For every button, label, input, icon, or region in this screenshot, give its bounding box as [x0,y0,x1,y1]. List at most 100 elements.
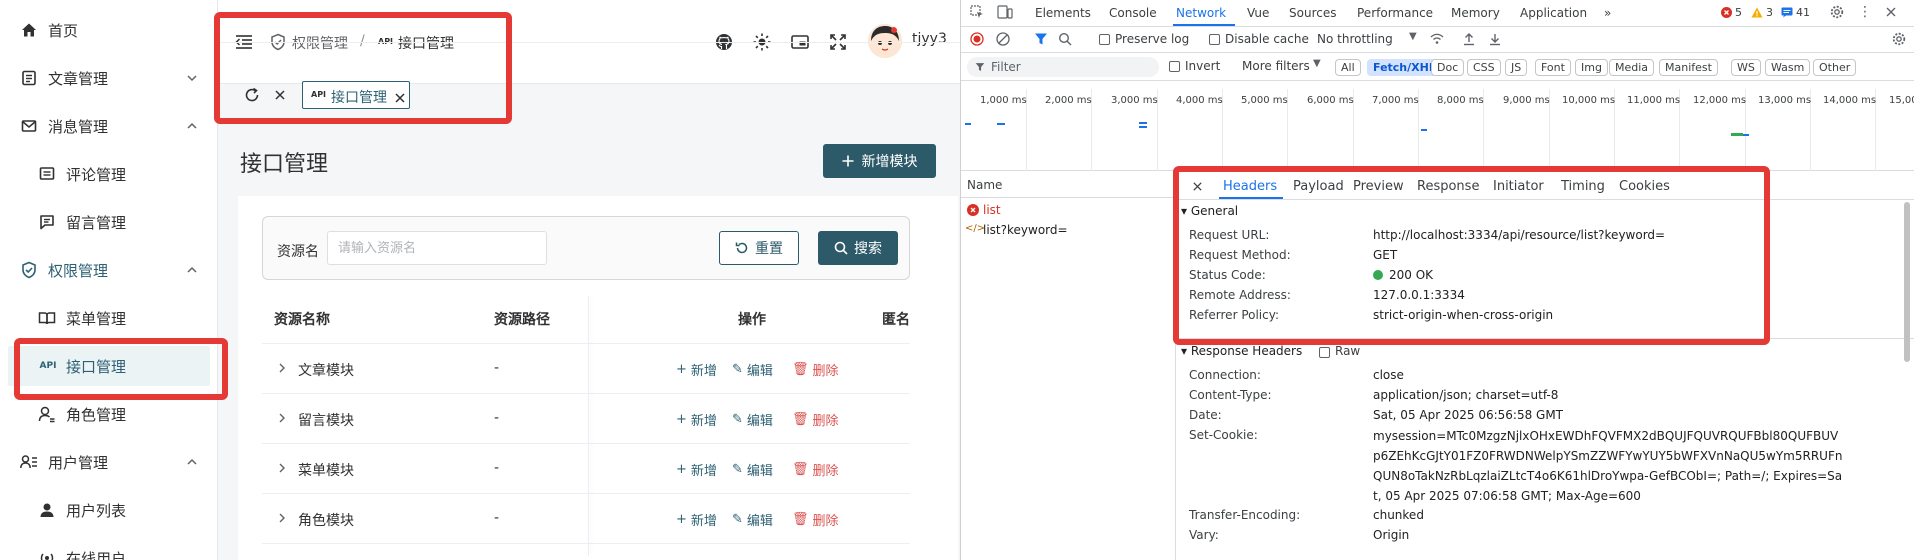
row-add-button[interactable]: + 新增 [676,510,717,529]
name-column-header[interactable]: Name [967,178,1002,192]
devtools-tab-memory[interactable]: Memory [1451,6,1500,20]
message-count[interactable]: 41 [1781,6,1810,19]
devtools-tab-elements[interactable]: Elements [1035,6,1091,20]
filter-chip-doc[interactable]: Doc [1431,59,1465,76]
filter-chip-all[interactable]: All [1335,59,1361,76]
row-edit-button[interactable]: ✎ 编辑 [732,410,773,429]
filter-chip-ws[interactable]: WS [1731,59,1761,76]
filter-chip-img[interactable]: Img [1575,59,1608,76]
filter-chip-js[interactable]: JS [1505,59,1528,76]
warning-count[interactable]: 3 [1751,6,1773,19]
resource-name-input[interactable] [327,231,547,265]
device-toolbar-icon[interactable] [997,4,1013,20]
row-delete-button[interactable]: 🗑 删除 [792,460,839,479]
filter-chip-manifest[interactable]: Manifest [1659,59,1718,76]
sidebar-item-guestbook[interactable]: 留言管理 [0,202,218,242]
general-section-toggle[interactable]: ▾ General [1181,204,1238,218]
row-edit-button[interactable]: ✎ 编辑 [732,510,773,529]
row-delete-button[interactable]: 🗑 删除 [792,510,839,529]
sidebar-item-label: 角色管理 [66,405,127,424]
detail-tab-headers[interactable]: Headers [1223,179,1277,194]
detail-tab-payload[interactable]: Payload [1293,179,1344,194]
row-edit-button[interactable]: ✎ 编辑 [732,460,773,479]
sidebar-item-user-list[interactable]: 用户列表 [0,490,218,530]
chevron-right-icon[interactable] [276,462,288,474]
row-add-button[interactable]: + 新增 [676,410,717,429]
chevron-right-icon[interactable] [276,412,288,424]
devtools-tab-console[interactable]: Console [1109,6,1157,20]
invert-checkbox[interactable] [1169,61,1180,72]
request-row-selected[interactable]: </> list?keyword= [961,220,1176,240]
sidebar-item-user-management[interactable]: 用户管理 [0,442,218,482]
row-delete-button[interactable]: 🗑 删除 [792,410,839,429]
sidebar-item-comments[interactable]: 评论管理 [0,154,218,194]
scrollbar-thumb[interactable] [1904,202,1910,362]
sidebar-item-api[interactable]: API 接口管理 [8,346,210,386]
detail-tab-cookies[interactable]: Cookies [1619,179,1670,194]
detail-tab-timing[interactable]: Timing [1561,179,1605,194]
table-row[interactable]: 角色模块 - + 新增 ✎ 编辑 🗑 删除 [262,494,910,544]
search-icon[interactable] [1057,31,1073,47]
devtools-tab-performance[interactable]: Performance [1357,6,1433,20]
filter-input[interactable]: Filter [967,57,1159,77]
filter-chip-media[interactable]: Media [1609,59,1655,76]
filter-chip-wasm[interactable]: Wasm [1765,59,1811,76]
header-value: GET [1373,248,1398,262]
inspect-element-icon[interactable] [969,4,985,20]
row-delete-button[interactable]: 🗑 删除 [792,360,839,379]
network-timeline-overview[interactable]: 1,000 ms 2,000 ms 3,000 ms 4,000 ms 5,00… [961,81,1914,171]
devtools-tab-network[interactable]: Network [1176,6,1226,20]
clear-icon[interactable] [995,31,1011,47]
sidebar-item-home[interactable]: 首页 [0,10,218,50]
detail-tab-initiator[interactable]: Initiator [1493,179,1544,194]
row-add-button[interactable]: + 新增 [676,460,717,479]
filter-funnel-icon[interactable] [1033,31,1049,47]
throttling-select[interactable]: No throttling [1317,32,1393,46]
more-filters-dropdown[interactable]: More filters [1242,59,1310,73]
row-add-button[interactable]: + 新增 [676,360,717,379]
sidebar-item-label: 用户管理 [48,453,109,472]
sidebar-item-online-users[interactable]: 在线用户 [0,538,218,560]
close-detail-icon[interactable] [1189,178,1205,194]
reset-button[interactable]: 重置 [719,231,799,265]
raw-checkbox[interactable] [1319,347,1330,358]
settings-gear-icon[interactable] [1829,4,1845,20]
error-count[interactable]: 5 [1721,6,1742,19]
table-row[interactable]: 菜单模块 - + 新增 ✎ 编辑 🗑 删除 [262,444,910,494]
sidebar-item-menus[interactable]: 菜单管理 [0,298,218,338]
more-tabs-icon[interactable]: » [1604,6,1611,20]
detail-tab-preview[interactable]: Preview [1353,179,1404,194]
disable-cache-checkbox[interactable] [1209,34,1220,45]
filter-chip-other[interactable]: Other [1813,59,1857,76]
chevron-right-icon[interactable] [276,362,288,374]
record-icon[interactable] [969,31,985,47]
preserve-log-checkbox[interactable] [1099,34,1110,45]
table-row[interactable]: 留言模块 - + 新增 ✎ 编辑 🗑 删除 [262,394,910,444]
request-row[interactable]: list [961,200,1176,220]
chevron-right-icon[interactable] [276,512,288,524]
close-devtools-icon[interactable] [1883,4,1899,20]
devtools-tab-sources[interactable]: Sources [1289,6,1336,20]
sidebar-item-permissions[interactable]: 权限管理 [0,250,218,290]
sidebar-item-articles[interactable]: 文章管理 [0,58,218,98]
import-har-icon[interactable] [1461,31,1477,47]
more-options-icon[interactable]: ⋮ [1857,4,1873,20]
network-settings-icon[interactable] [1891,31,1907,47]
filter-chip-css[interactable]: CSS [1467,59,1501,76]
content-card: 资源名 重置 搜索 资源名称 资源路径 操作 匿名 [238,196,958,560]
broadcast-icon [38,549,56,560]
sidebar-item-roles[interactable]: 角色管理 [0,394,218,434]
devtools-tab-application[interactable]: Application [1520,6,1587,20]
devtools-tab-vue[interactable]: Vue [1247,6,1269,20]
column-header-resource-name: 资源名称 [274,312,330,328]
sidebar-item-messages[interactable]: 消息管理 [0,106,218,146]
detail-tab-response[interactable]: Response [1417,179,1479,194]
add-module-button[interactable]: 新增模块 [823,144,936,178]
table-row[interactable]: 文章模块 - + 新增 ✎ 编辑 🗑 删除 [262,344,910,394]
row-edit-button[interactable]: ✎ 编辑 [732,360,773,379]
filter-chip-font[interactable]: Font [1535,59,1571,76]
network-conditions-icon[interactable] [1429,31,1445,47]
search-button[interactable]: 搜索 [818,231,898,265]
export-har-icon[interactable] [1487,31,1503,47]
response-headers-toggle[interactable]: ▾ Response Headers [1181,344,1302,358]
